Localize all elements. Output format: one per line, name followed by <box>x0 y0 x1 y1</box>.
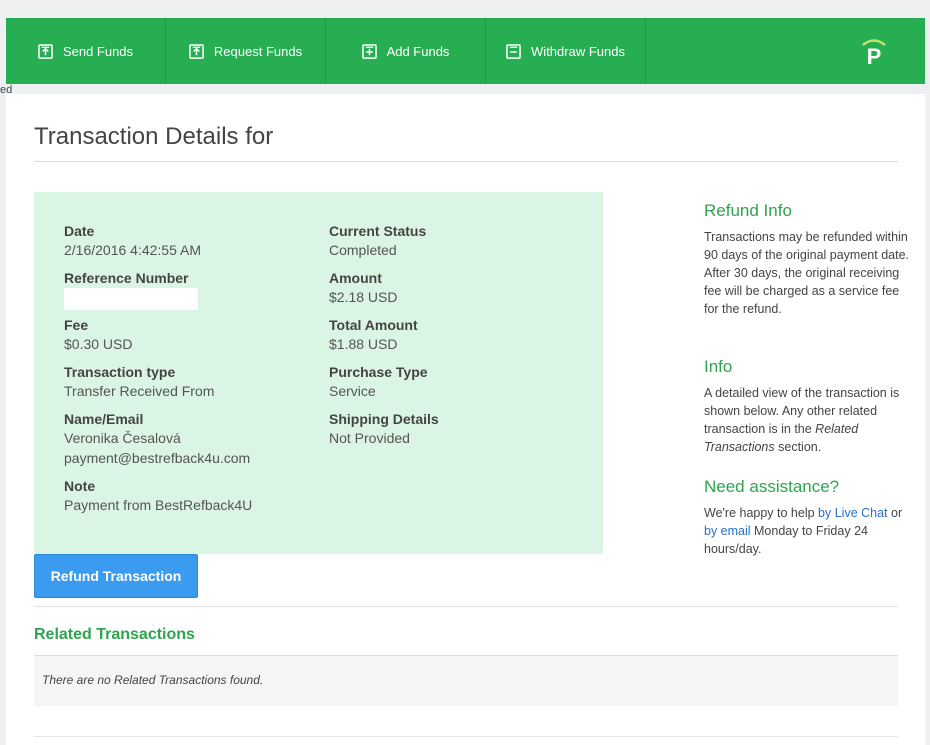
shipping-value: Not Provided <box>329 430 410 446</box>
reference-redacted <box>64 288 198 310</box>
info-text: A detailed view of the transaction is sh… <box>704 384 914 456</box>
info-text-end: section. <box>774 440 822 454</box>
nav-send-funds-label: Send Funds <box>62 43 134 59</box>
shipping-label: Shipping Details <box>329 411 439 427</box>
fee-label: Fee <box>64 317 89 333</box>
date-value: 2/16/2016 4:42:55 AM <box>64 242 201 258</box>
nav-withdraw-funds-label: Withdraw Funds <box>531 43 625 59</box>
amount-label: Amount <box>329 270 382 286</box>
title-divider <box>34 161 898 162</box>
purchase-field: Purchase Type Service <box>329 363 428 401</box>
amount-value: $2.18 USD <box>329 289 398 305</box>
transaction-details-box: Date 2/16/2016 4:42:55 AM Current Status… <box>34 192 603 554</box>
note-field: Note Payment from BestRefback4U <box>64 477 252 515</box>
assistance-text-part: We're happy to help <box>704 506 819 520</box>
assistance-text-or: or <box>887 506 903 520</box>
add-funds-icon <box>361 43 377 59</box>
info-title: Info <box>704 357 733 376</box>
bottom-divider <box>34 736 898 737</box>
refund-info-text: Transactions may be refunded within 90 d… <box>704 230 909 316</box>
date-label: Date <box>64 223 95 239</box>
date-field: Date 2/16/2016 4:42:55 AM <box>64 222 201 260</box>
svg-text:P: P <box>867 44 882 67</box>
info-section: Info A detailed view of the transaction … <box>704 358 914 456</box>
total-value: $1.88 USD <box>329 336 398 352</box>
reference-field: Reference Number <box>64 269 198 310</box>
type-field: Transaction type Transfer Received From <box>64 363 214 401</box>
status-label: Current Status <box>329 223 427 239</box>
withdraw-funds-icon <box>506 43 521 59</box>
assistance-title: Need assistance? <box>704 477 840 496</box>
payeer-logo-icon[interactable]: P <box>860 37 888 67</box>
page-title: Transaction Details for <box>34 123 274 150</box>
related-empty-message: There are no Related Transactions found. <box>42 673 264 687</box>
name-value: Veronika Česalová <box>64 430 181 446</box>
email-value: payment@bestrefback4u.com <box>64 450 251 466</box>
send-funds-icon <box>38 43 53 59</box>
section-divider <box>34 606 898 607</box>
request-funds-icon <box>189 43 204 59</box>
status-value: Completed <box>329 242 397 258</box>
nav-request-funds-label: Request Funds <box>213 43 303 59</box>
note-label: Note <box>64 478 96 494</box>
name-email-label: Name/Email <box>64 411 144 427</box>
refund-info-section: Refund Info Transactions may be refunded… <box>704 202 914 318</box>
type-label: Transaction type <box>64 364 176 380</box>
name-email-field: Name/Email Veronika Česalová payment@bes… <box>64 410 250 468</box>
nav-withdraw-funds[interactable]: Withdraw Funds <box>486 18 646 84</box>
reference-label: Reference Number <box>64 270 189 286</box>
total-field: Total Amount $1.88 USD <box>329 316 418 354</box>
related-transactions-box: There are no Related Transactions found. <box>34 655 898 706</box>
refund-transaction-button[interactable]: Refund Transaction <box>34 554 198 598</box>
content-panel: Transaction Details for Date 2/16/2016 4… <box>6 94 925 745</box>
top-nav-bar: Send Funds Request Funds Add Funds Withd… <box>6 18 925 84</box>
fee-field: Fee $0.30 USD <box>64 316 132 354</box>
purchase-label: Purchase Type <box>329 364 428 380</box>
purchase-value: Service <box>329 383 376 399</box>
fee-value: $0.30 USD <box>64 336 133 352</box>
note-value: Payment from BestRefback4U <box>64 497 253 513</box>
nav-send-funds[interactable]: Send Funds <box>6 18 166 84</box>
total-label: Total Amount <box>329 317 418 333</box>
status-field: Current Status Completed <box>329 222 426 260</box>
info-text-part: A detailed view of the transaction is sh… <box>704 386 900 436</box>
type-value: Transfer Received From <box>64 383 215 399</box>
nav-add-funds[interactable]: Add Funds <box>326 18 486 84</box>
assistance-section: Need assistance? We're happy to help by … <box>704 478 914 558</box>
email-link[interactable]: by email <box>704 524 751 538</box>
assistance-text: We're happy to help by Live Chat or by e… <box>704 504 914 558</box>
nav-request-funds[interactable]: Request Funds <box>166 18 326 84</box>
related-transactions-title: Related Transactions <box>34 626 195 643</box>
live-chat-link[interactable]: by Live Chat <box>818 506 887 520</box>
refund-info-title: Refund Info <box>704 201 792 220</box>
nav-add-funds-label: Add Funds <box>386 43 450 59</box>
shipping-field: Shipping Details Not Provided <box>329 410 439 448</box>
amount-field: Amount $2.18 USD <box>329 269 397 307</box>
